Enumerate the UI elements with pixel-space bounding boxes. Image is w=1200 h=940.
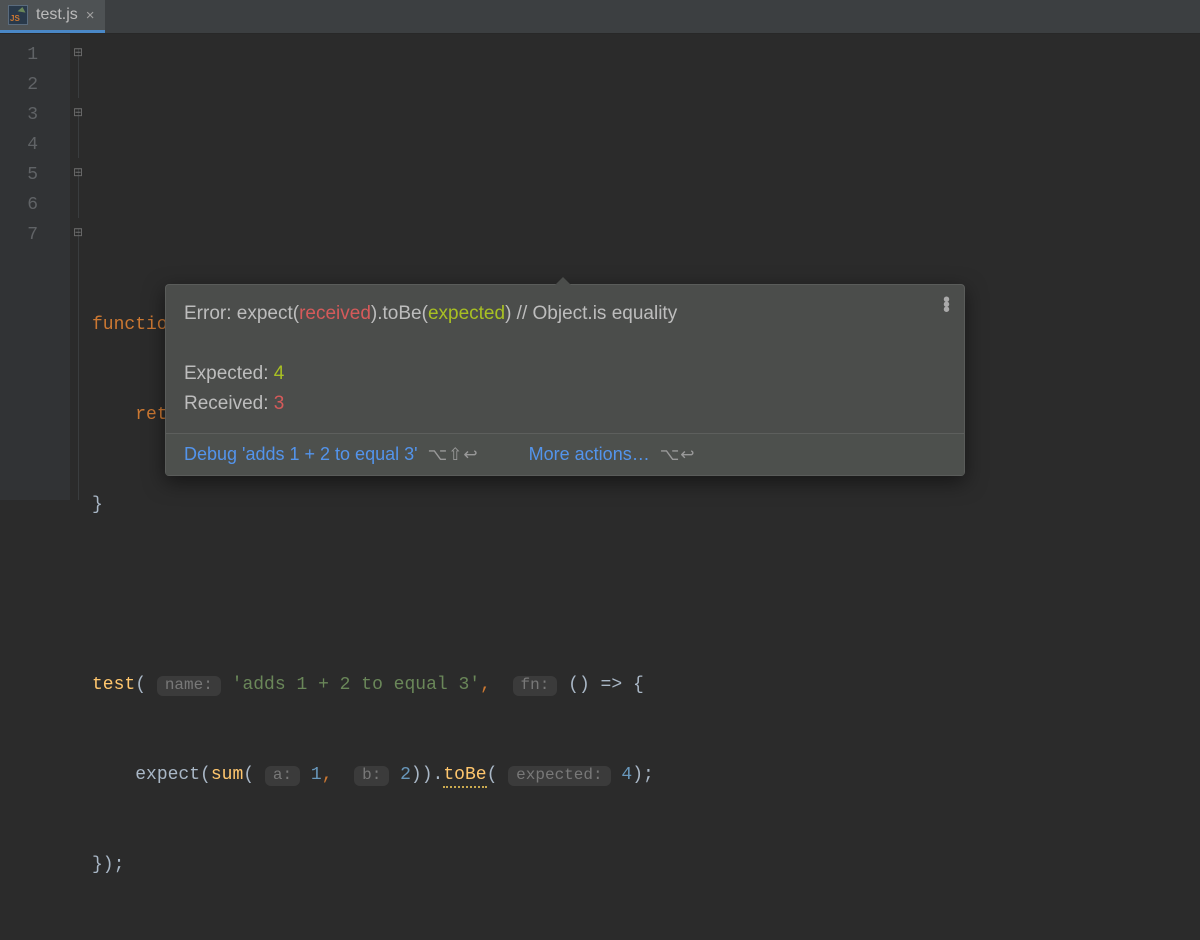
expected-value: Expected: 4 (184, 359, 946, 389)
shortcut-hint: ⌥⇧↩ (428, 445, 479, 464)
inlay-hint: b: (354, 766, 389, 786)
fold-toggle-icon[interactable]: ⊟ (73, 158, 84, 169)
inlay-hint: name: (157, 676, 221, 696)
line-number: 3 (0, 100, 70, 130)
fold-toggle-icon[interactable]: ⊟ (73, 218, 84, 229)
code-line: } (92, 490, 1200, 520)
js-file-icon: JS (8, 5, 28, 25)
editor-tabbar: JS test.js × (0, 0, 1200, 34)
line-number: 1 (0, 40, 70, 70)
warning-underline: toBe (443, 765, 486, 788)
code-line (92, 580, 1200, 610)
line-number: 4 (0, 130, 70, 160)
line-number: 5 (0, 160, 70, 190)
inlay-hint: a: (265, 766, 300, 786)
code-line: }); (92, 850, 1200, 880)
line-number: 6 (0, 190, 70, 220)
line-number: 2 (0, 70, 70, 100)
error-tooltip: ••• Error: expect(received).toBe(expecte… (165, 284, 965, 476)
tab-filename: test.js (36, 6, 78, 24)
fold-toggle-icon[interactable]: ⊟ (73, 38, 84, 49)
received-value: Received: 3 (184, 389, 946, 419)
shortcut-hint: ⌥↩ (660, 445, 696, 464)
code-editor[interactable]: 1 2 3 4 5 6 7 ⊟ ⊟ ⊟ ⊟ function sum(a, b)… (0, 34, 1200, 500)
file-tab[interactable]: JS test.js × (0, 0, 105, 33)
more-actions-link[interactable]: More actions… ⌥↩ (529, 444, 696, 465)
code-line: expect(sum( a: 1, b: 2)).toBe( expected:… (92, 760, 1200, 790)
kebab-menu-icon[interactable]: ••• (943, 297, 950, 312)
line-number-gutter: 1 2 3 4 5 6 7 (0, 34, 70, 500)
error-message: Error: expect(received).toBe(expected) /… (184, 299, 946, 329)
inlay-hint: expected: (508, 766, 610, 786)
line-number: 7 (0, 220, 70, 250)
close-icon[interactable]: × (86, 7, 95, 24)
caret-line-highlight (70, 214, 1200, 244)
inlay-hint: fn: (513, 676, 558, 696)
debug-action-link[interactable]: Debug 'adds 1 + 2 to equal 3' ⌥⇧↩ (184, 444, 479, 465)
fold-toggle-icon[interactable]: ⊟ (73, 98, 84, 109)
code-line: test( name: 'adds 1 + 2 to equal 3', fn:… (92, 670, 1200, 700)
